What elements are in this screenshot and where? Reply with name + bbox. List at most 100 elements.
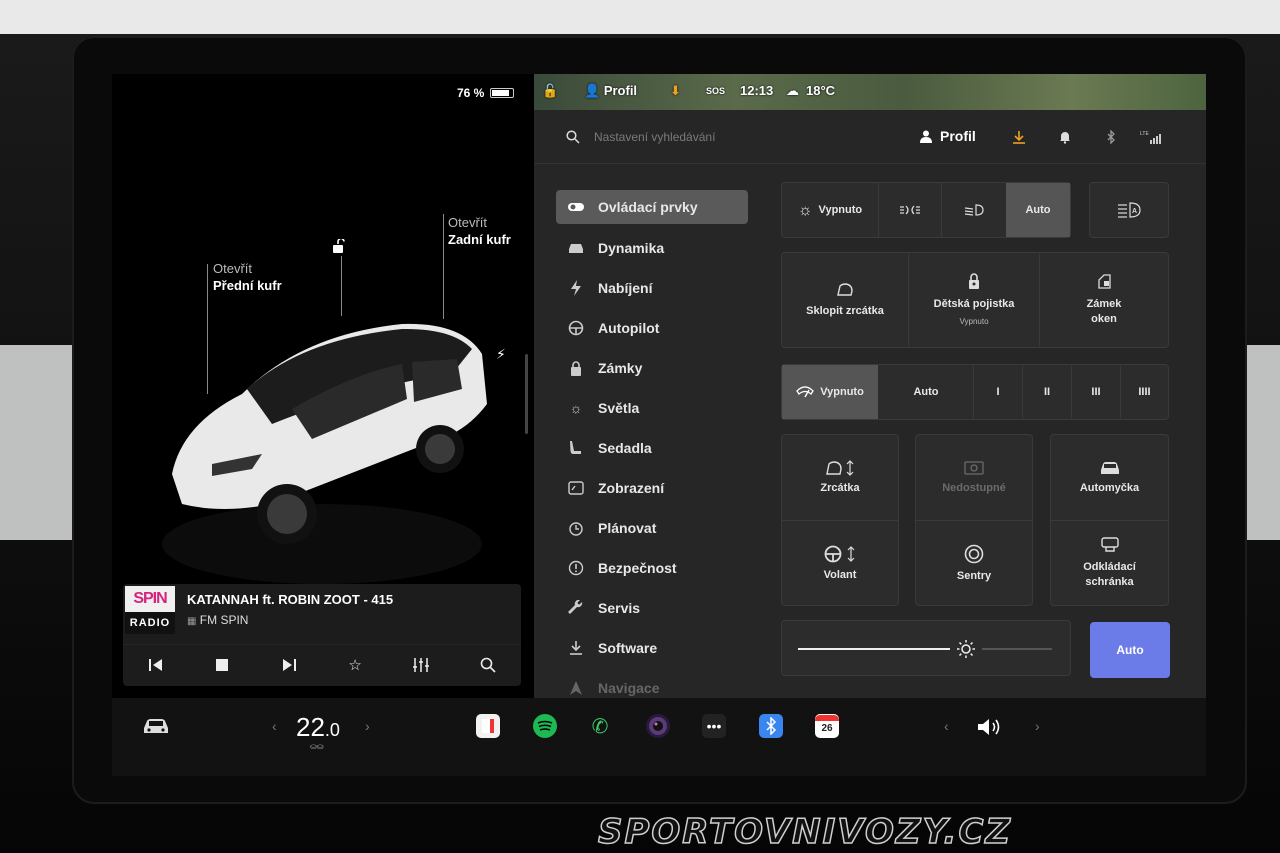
volume-up-button[interactable]: ›: [1035, 718, 1040, 734]
car-view-scroll[interactable]: [525, 354, 528, 434]
auto-high-beam-cell: A: [1090, 183, 1168, 237]
low-beam-option[interactable]: [942, 183, 1006, 237]
child-lock-button[interactable]: Dětská pojistka Vypnuto: [909, 253, 1039, 347]
temperature-decimal: .0: [324, 720, 340, 740]
map-profile[interactable]: 👤 Profil: [584, 83, 637, 99]
brightness-auto-button[interactable]: Auto: [1090, 622, 1170, 678]
car-menu-button[interactable]: [142, 716, 170, 736]
more-apps-button[interactable]: •••: [702, 714, 726, 738]
profile-button[interactable]: Profil: [920, 128, 976, 144]
rear-trunk-button[interactable]: Otevřít Zadní kufr: [448, 214, 511, 248]
wiper-speed-4[interactable]: IIII: [1121, 365, 1168, 419]
menu-item-seats[interactable]: Sedadla: [556, 428, 748, 468]
ellipsis-icon: •••: [706, 718, 722, 734]
svg-text:A: A: [1132, 208, 1137, 215]
stop-button[interactable]: [206, 650, 238, 680]
rear-trunk-label: Zadní kufr: [448, 232, 511, 247]
bluetooth-icon[interactable]: [1104, 130, 1118, 144]
wipers-off-option[interactable]: Vypnuto: [782, 365, 878, 419]
station-label: FM SPIN: [199, 613, 249, 627]
menu-item-display[interactable]: Zobrazení: [556, 468, 748, 508]
menu-item-controls[interactable]: Ovládací prvky: [556, 190, 748, 224]
unlock-icon[interactable]: [331, 239, 345, 253]
menu-item-software[interactable]: Software: [556, 628, 748, 668]
wiper-speed-3[interactable]: III: [1072, 365, 1120, 419]
wiper-speed-label: I: [996, 385, 1000, 398]
calendar-day: 26: [821, 723, 833, 734]
quick-controls-row: Sklopit zrcátka Dětská pojistka Vypnuto …: [781, 252, 1169, 348]
download-status-icon: ⬇: [670, 83, 681, 98]
wipers-auto-option[interactable]: Auto: [879, 365, 973, 419]
lock-status-icon[interactable]: 🔓: [542, 83, 558, 99]
wrench-icon: [568, 600, 584, 616]
equalizer-button[interactable]: [405, 650, 437, 680]
navigation-icon: [568, 680, 584, 696]
sentry-button[interactable]: Sentry: [916, 521, 1032, 605]
sos-button[interactable]: SOS: [706, 86, 725, 96]
menu-item-service[interactable]: Servis: [556, 588, 748, 628]
toggle-icon: [568, 199, 584, 215]
cabin-temperature[interactable]: 22.0: [296, 712, 340, 743]
child-lock-state: Vypnuto: [959, 317, 989, 326]
notes-app-button[interactable]: [476, 714, 500, 738]
media-search-button[interactable]: [472, 650, 504, 680]
mirror-icon: [837, 282, 853, 296]
watermark: SPORTOVNIVOZY.CZ: [597, 811, 1013, 853]
star-icon: ☆: [348, 656, 362, 674]
station-logo-bottom: RADIO: [125, 612, 175, 634]
brightness-sun-icon[interactable]: [956, 639, 976, 659]
bluetooth-app-button[interactable]: [759, 714, 783, 738]
search-icon: [566, 130, 580, 144]
fold-mirrors-button[interactable]: Sklopit zrcátka: [782, 253, 908, 347]
settings-search-input[interactable]: [594, 126, 874, 148]
temp-up-button[interactable]: ›: [365, 718, 370, 734]
lights-auto-option[interactable]: Auto: [1006, 183, 1070, 237]
menu-item-lights[interactable]: ☼ Světla: [556, 388, 748, 428]
weather-icon: ☁: [786, 83, 799, 98]
spotify-icon: [537, 720, 553, 731]
steering-adjust-button[interactable]: Volant: [782, 521, 898, 605]
phone-app-button[interactable]: ✆: [588, 714, 612, 738]
camera-app-button[interactable]: [646, 714, 670, 738]
settings-menu: Ovládací prvky Dynamika Nabíjení Autopil…: [556, 188, 748, 708]
mirrors-adjust-button[interactable]: Zrcátka: [782, 435, 898, 520]
volume-down-button[interactable]: ‹: [944, 718, 949, 734]
calendar-app-button[interactable]: 26: [815, 714, 839, 738]
battery-status: 76 %: [457, 86, 515, 100]
auto-high-beam-button[interactable]: A: [1089, 182, 1169, 238]
spotify-app-button[interactable]: [533, 714, 557, 738]
menu-label: Bezpečnost: [598, 560, 677, 576]
display-brightness-slider[interactable]: [781, 620, 1071, 676]
lights-off-option[interactable]: ☼ Vypnuto: [782, 183, 878, 237]
window-lock-button[interactable]: Zámek oken: [1040, 253, 1168, 347]
next-track-button[interactable]: [273, 650, 305, 680]
brightness-track-filled: [798, 648, 950, 650]
menu-item-locks[interactable]: Zámky: [556, 348, 748, 388]
carwash-mode-button[interactable]: Automyčka: [1051, 435, 1168, 520]
glovebox-button[interactable]: Odkládací schránka: [1051, 521, 1168, 605]
menu-item-safety[interactable]: Bezpečnost: [556, 548, 748, 588]
stop-icon: [216, 658, 229, 671]
notification-bell-icon[interactable]: [1058, 130, 1072, 144]
menu-item-schedule[interactable]: Plánovat: [556, 508, 748, 548]
window-lock-label-1: Zámek: [1086, 298, 1122, 310]
wiper-speed-1[interactable]: I: [974, 365, 1022, 419]
wiper-speed-2[interactable]: II: [1023, 365, 1071, 419]
menu-item-charging[interactable]: Nabíjení: [556, 268, 748, 308]
volume-button[interactable]: [976, 716, 1004, 738]
front-trunk-button[interactable]: Otevřít Přední kufr: [213, 260, 282, 294]
child-lock-icon: [969, 273, 979, 289]
charge-port-icon[interactable]: ⚡: [496, 346, 506, 363]
parking-lights-option[interactable]: [879, 183, 941, 237]
software-update-icon[interactable]: [1012, 130, 1026, 144]
favorite-button[interactable]: ☆: [339, 650, 371, 680]
front-trunk-action: Otevřít: [213, 261, 253, 276]
sentry-group: Nedostupné Sentry: [915, 434, 1033, 606]
previous-track-button[interactable]: [140, 650, 172, 680]
menu-item-dynamics[interactable]: Dynamika: [556, 228, 748, 268]
unavailable-label: Nedostupné: [942, 482, 1006, 494]
map-status-bar[interactable]: 🔓 👤 Profil ⬇ SOS 12:13 ☁ 18°C: [534, 74, 1206, 110]
temp-down-button[interactable]: ‹: [272, 718, 277, 734]
menu-item-autopilot[interactable]: Autopilot: [556, 308, 748, 348]
phone-icon: ✆: [591, 715, 609, 738]
